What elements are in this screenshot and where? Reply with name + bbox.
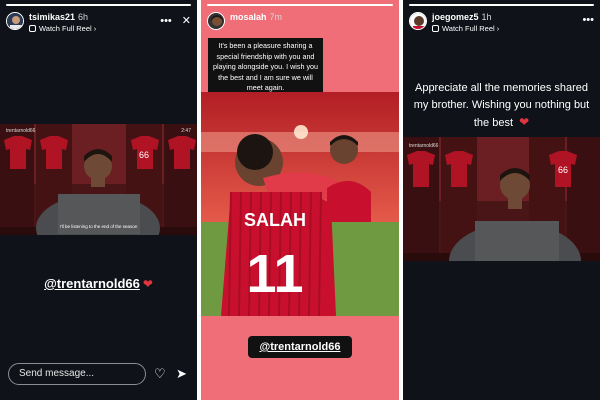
header-actions: •••	[572, 14, 594, 26]
mention-sticker[interactable]: @trentarnold66	[248, 336, 352, 358]
locker-room-image: 66	[403, 137, 600, 261]
reel-icon	[432, 25, 439, 32]
avatar[interactable]	[207, 12, 225, 30]
story-progress	[207, 4, 393, 6]
send-icon[interactable]: ➤	[176, 366, 187, 382]
heart-icon[interactable]: ♡	[154, 366, 166, 382]
username-row: tsimikas21 6h	[29, 12, 88, 22]
reel-label: Watch Full Reel	[442, 24, 495, 33]
username-row: joegomez5 1h	[432, 12, 492, 22]
reel-icon	[29, 25, 36, 32]
close-icon[interactable]: ✕	[182, 15, 191, 27]
svg-text:66: 66	[139, 150, 149, 160]
avatar[interactable]	[6, 12, 24, 30]
more-icon[interactable]: •••	[582, 14, 594, 26]
story-text-message: Appreciate all the memories shared my br…	[413, 80, 590, 132]
reel-video-thumbnail[interactable]: 66 trentarnold66	[403, 137, 600, 261]
story-progress	[6, 4, 191, 6]
username[interactable]: tsimikas21	[29, 12, 75, 22]
video-time: 2:47	[181, 128, 191, 134]
video-channel: trentarnold66	[409, 143, 439, 149]
celebration-image: SALAH 11	[201, 92, 399, 316]
story-panel-joegomez[interactable]: joegomez5 1h Watch Full Reel › ••• Apprec…	[403, 0, 600, 400]
more-icon[interactable]: •••	[160, 15, 172, 27]
watch-full-reel-link[interactable]: Watch Full Reel ›	[29, 24, 96, 33]
mention-handle: @trentarnold66	[259, 341, 341, 353]
avatar[interactable]	[409, 12, 427, 30]
header-actions: ••• ✕	[150, 14, 191, 27]
progress-segment	[409, 4, 594, 6]
story-header: mosalah 7m	[207, 10, 393, 36]
hug-photo: SALAH 11	[201, 92, 399, 316]
story-text-message: It's been a pleasure sharing a special f…	[208, 38, 323, 97]
send-message-input[interactable]: Send message...	[8, 363, 146, 385]
username[interactable]: mosalah	[230, 12, 267, 22]
progress-segment	[207, 4, 393, 6]
story-panel-tsimikas[interactable]: tsimikas216h Watch Full Reel › ••• ✕ 66	[0, 0, 197, 400]
story-header: tsimikas21 6h Watch Full Reel › ••• ✕	[6, 10, 191, 36]
story-header: joegomez5 1h Watch Full Reel › •••	[409, 10, 594, 36]
shirt-number: 11	[246, 244, 303, 304]
heart-emoji: ❤	[519, 115, 530, 129]
video-channel: trentarnold66	[6, 128, 36, 134]
shirt-name: SALAH	[244, 210, 306, 230]
username[interactable]: joegomez5	[432, 12, 479, 22]
post-time: 7m	[269, 12, 283, 22]
watch-full-reel-link[interactable]: Watch Full Reel ›	[432, 24, 499, 33]
post-time: 6h	[78, 12, 89, 22]
message-text: Appreciate all the memories shared my br…	[413, 82, 590, 129]
post-time: 1h	[481, 12, 492, 22]
mention-sticker[interactable]: @trentarnold66 ❤	[0, 276, 197, 291]
mention-handle: @trentarnold66	[44, 276, 140, 291]
story-progress	[409, 4, 594, 6]
heart-emoji: ❤	[142, 277, 153, 291]
progress-segment	[6, 4, 191, 6]
svg-text:66: 66	[558, 165, 568, 175]
reel-video-thumbnail[interactable]: 66 trentarnold66 2:47 I'll be listening …	[0, 124, 197, 235]
story-panel-mosalah[interactable]: mosalah 7m It's been a pleasure sharing a…	[201, 0, 399, 400]
video-subtitle: I'll be listening to the end of the seas…	[59, 224, 138, 229]
reel-label: Watch Full Reel	[39, 24, 92, 33]
username-row: mosalah 7m	[230, 12, 282, 22]
locker-room-image: 66	[0, 124, 197, 235]
